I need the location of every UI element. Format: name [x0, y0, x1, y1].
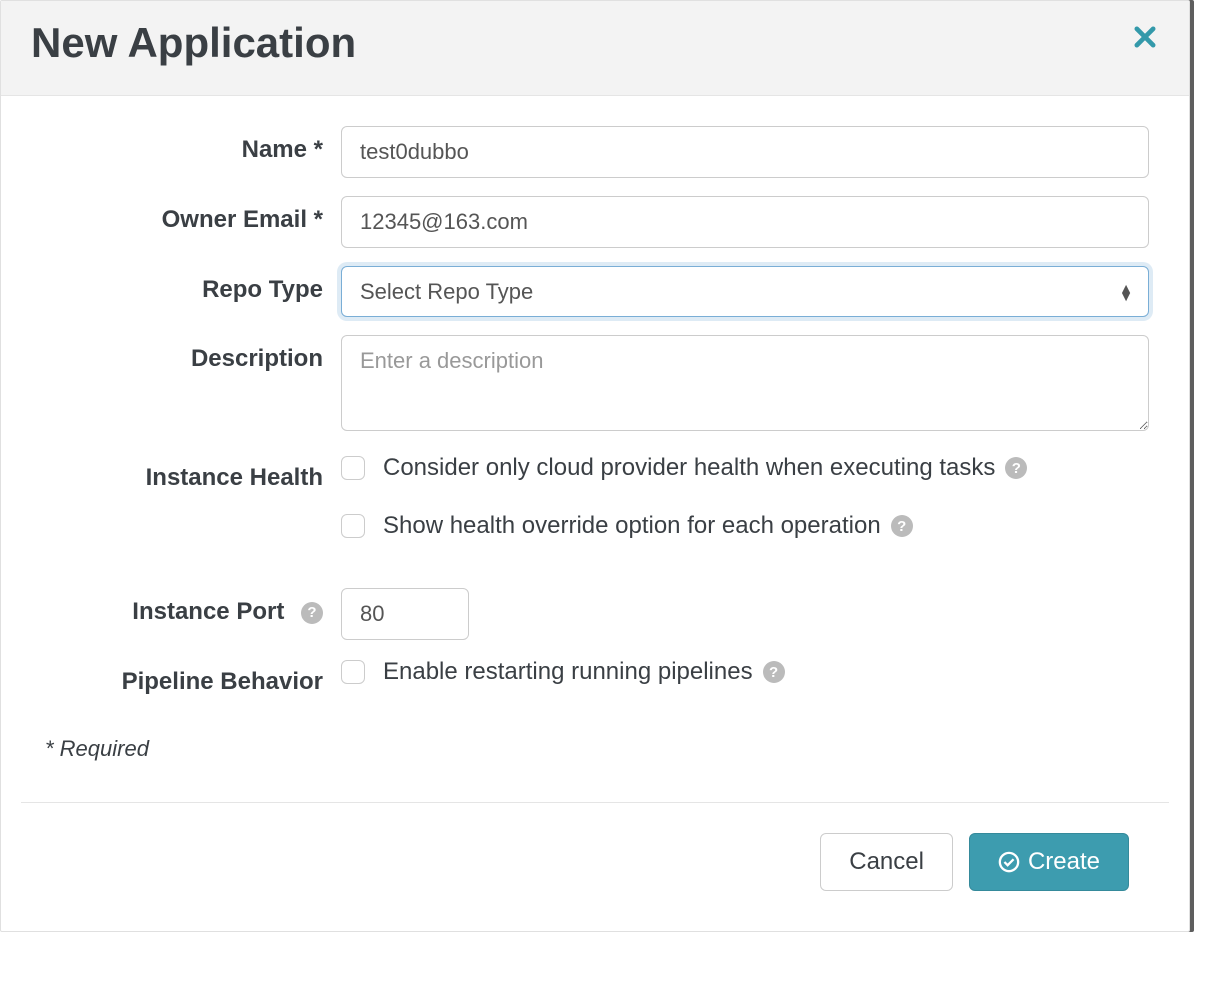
- help-icon[interactable]: ?: [763, 661, 785, 683]
- description-textarea[interactable]: [341, 335, 1149, 431]
- label-instance-port-text: Instance Port: [132, 598, 284, 625]
- modal-body: Name * Owner Email * Repo Type Select Re…: [1, 96, 1189, 802]
- new-application-modal: New Application Name * Owner Email * Rep…: [0, 0, 1190, 932]
- row-instance-health: Instance Health Consider only cloud prov…: [41, 454, 1149, 570]
- label-instance-health: Instance Health: [41, 454, 341, 492]
- checkbox-cloud-health[interactable]: [341, 456, 365, 480]
- checkbox-row-show-override: Show health override option for each ope…: [341, 512, 1149, 540]
- row-owner-email: Owner Email *: [41, 196, 1149, 248]
- cancel-button[interactable]: Cancel: [820, 833, 953, 891]
- row-description: Description: [41, 335, 1149, 436]
- label-name: Name *: [41, 126, 341, 164]
- modal-header: New Application: [1, 1, 1189, 96]
- name-input[interactable]: [341, 126, 1149, 178]
- instance-port-input[interactable]: [341, 588, 469, 640]
- label-repo-type: Repo Type: [41, 266, 341, 304]
- modal-title: New Application: [31, 19, 1159, 67]
- checkbox-enable-restart[interactable]: [341, 660, 365, 684]
- check-label-show-override: Show health override option for each ope…: [383, 512, 913, 540]
- check-text-show-override: Show health override option for each ope…: [383, 512, 881, 540]
- check-label-enable-restart: Enable restarting running pipelines ?: [383, 658, 785, 686]
- row-instance-port: Instance Port ?: [41, 588, 1149, 640]
- label-description: Description: [41, 335, 341, 373]
- label-instance-port: Instance Port ?: [41, 588, 341, 626]
- checkbox-row-enable-restart: Enable restarting running pipelines ?: [341, 658, 1149, 686]
- label-owner-email: Owner Email *: [41, 196, 341, 234]
- label-pipeline-behavior: Pipeline Behavior: [41, 658, 341, 696]
- repo-type-select[interactable]: Select Repo Type: [341, 266, 1149, 317]
- help-icon[interactable]: ?: [891, 515, 913, 537]
- row-repo-type: Repo Type Select Repo Type ▲▼: [41, 266, 1149, 317]
- help-icon[interactable]: ?: [301, 602, 323, 624]
- required-note: * Required: [45, 736, 1149, 762]
- modal-footer: Cancel Create: [21, 802, 1169, 931]
- check-text-enable-restart: Enable restarting running pipelines: [383, 658, 753, 686]
- checkbox-show-override[interactable]: [341, 514, 365, 538]
- checkbox-row-cloud-health: Consider only cloud provider health when…: [341, 454, 1149, 482]
- create-button[interactable]: Create: [969, 833, 1129, 891]
- row-pipeline-behavior: Pipeline Behavior Enable restarting runn…: [41, 658, 1149, 716]
- row-name: Name *: [41, 126, 1149, 178]
- check-text-cloud-health: Consider only cloud provider health when…: [383, 454, 995, 482]
- check-circle-icon: [998, 851, 1020, 873]
- close-icon[interactable]: [1131, 21, 1159, 57]
- check-label-cloud-health: Consider only cloud provider health when…: [383, 454, 1027, 482]
- help-icon[interactable]: ?: [1005, 457, 1027, 479]
- owner-email-input[interactable]: [341, 196, 1149, 248]
- create-button-label: Create: [1028, 848, 1100, 876]
